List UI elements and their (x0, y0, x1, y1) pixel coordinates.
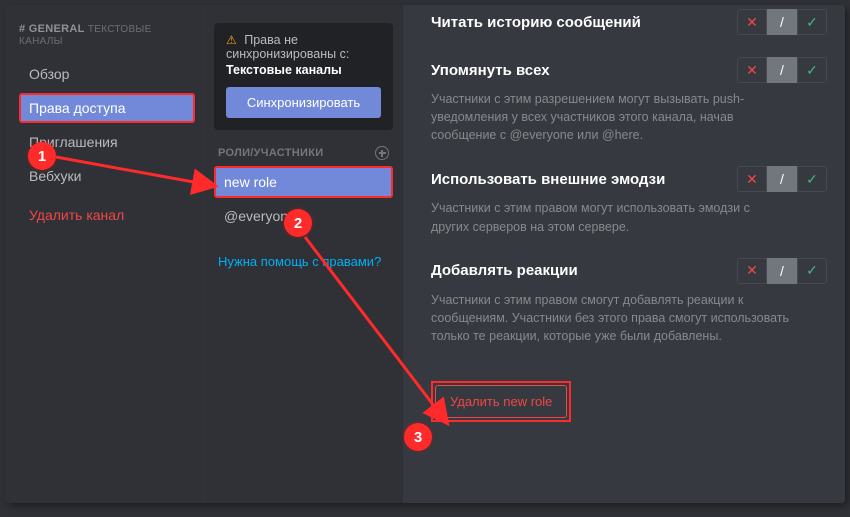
perm-toggle[interactable]: ✕ / ✓ (737, 166, 827, 192)
toggle-neutral[interactable]: / (767, 258, 797, 284)
perm-toggle[interactable]: ✕ / ✓ (737, 57, 827, 83)
sync-category: Текстовые каналы (226, 63, 381, 77)
perm-title: Использовать внешние эмодзи (431, 171, 665, 188)
sync-line1: Права не синхронизированы с: (226, 33, 349, 61)
toggle-neutral[interactable]: / (767, 9, 797, 35)
roles-header-label: РОЛИ/УЧАСТНИКИ (218, 147, 323, 159)
toggle-allow[interactable]: ✓ (797, 166, 827, 192)
toggle-allow[interactable]: ✓ (797, 258, 827, 284)
help-link[interactable]: Нужна помощь с правами? (214, 254, 393, 269)
sidebar-item-overview[interactable]: Обзор (19, 59, 195, 89)
permissions-panel: Читать историю сообщений ✕ / ✓ Упомянуть… (403, 5, 845, 503)
toggle-deny[interactable]: ✕ (737, 9, 767, 35)
sidebar-item-webhooks[interactable]: Вебхуки (19, 161, 195, 191)
delete-channel-link[interactable]: Удалить канал (19, 197, 195, 233)
toggle-deny[interactable]: ✕ (737, 57, 767, 83)
toggle-neutral[interactable]: / (767, 166, 797, 192)
perm-title: Добавлять реакции (431, 262, 578, 279)
perm-title: Читать историю сообщений (431, 14, 641, 31)
perm-toggle[interactable]: ✕ / ✓ (737, 258, 827, 284)
toggle-deny[interactable]: ✕ (737, 166, 767, 192)
warning-icon: ⚠ (226, 33, 237, 47)
toggle-deny[interactable]: ✕ (737, 258, 767, 284)
roles-header: РОЛИ/УЧАСТНИКИ (218, 146, 389, 160)
channel-hash: # GENERAL (19, 23, 84, 35)
roles-column: ⚠ Права не синхронизированы с: Текстовые… (203, 5, 403, 503)
sidebar-item-invites[interactable]: Приглашения (19, 127, 195, 157)
perm-desc: Участники с этим правом смогут добавлять… (431, 291, 791, 345)
delete-role-highlight: Удалить new role (431, 381, 571, 422)
sync-text: ⚠ Права не синхронизированы с: Текстовые… (226, 33, 381, 77)
perm-desc: Участники с этим правом могут использова… (431, 199, 791, 235)
delete-role-button[interactable]: Удалить new role (435, 385, 567, 418)
role-item-everyone[interactable]: @everyone (214, 200, 393, 232)
perm-toggle[interactable]: ✕ / ✓ (737, 9, 827, 35)
add-role-icon[interactable] (375, 146, 389, 160)
toggle-neutral[interactable]: / (767, 57, 797, 83)
toggle-allow[interactable]: ✓ (797, 57, 827, 83)
sync-button[interactable]: Синхронизировать (226, 87, 381, 118)
sidebar-item-permissions[interactable]: Права доступа (19, 93, 195, 123)
role-item-newrole[interactable]: new role (214, 166, 393, 198)
perm-desc: Участники с этим разрешением могут вызыв… (431, 90, 791, 144)
channel-header: # GENERAL ТЕКСТОВЫЕ КАНАЛЫ (19, 23, 195, 47)
perm-title: Упомянуть всех (431, 62, 550, 79)
sidebar: # GENERAL ТЕКСТОВЫЕ КАНАЛЫ Обзор Права д… (5, 5, 203, 503)
toggle-allow[interactable]: ✓ (797, 9, 827, 35)
sync-card: ⚠ Права не синхронизированы с: Текстовые… (214, 23, 393, 130)
